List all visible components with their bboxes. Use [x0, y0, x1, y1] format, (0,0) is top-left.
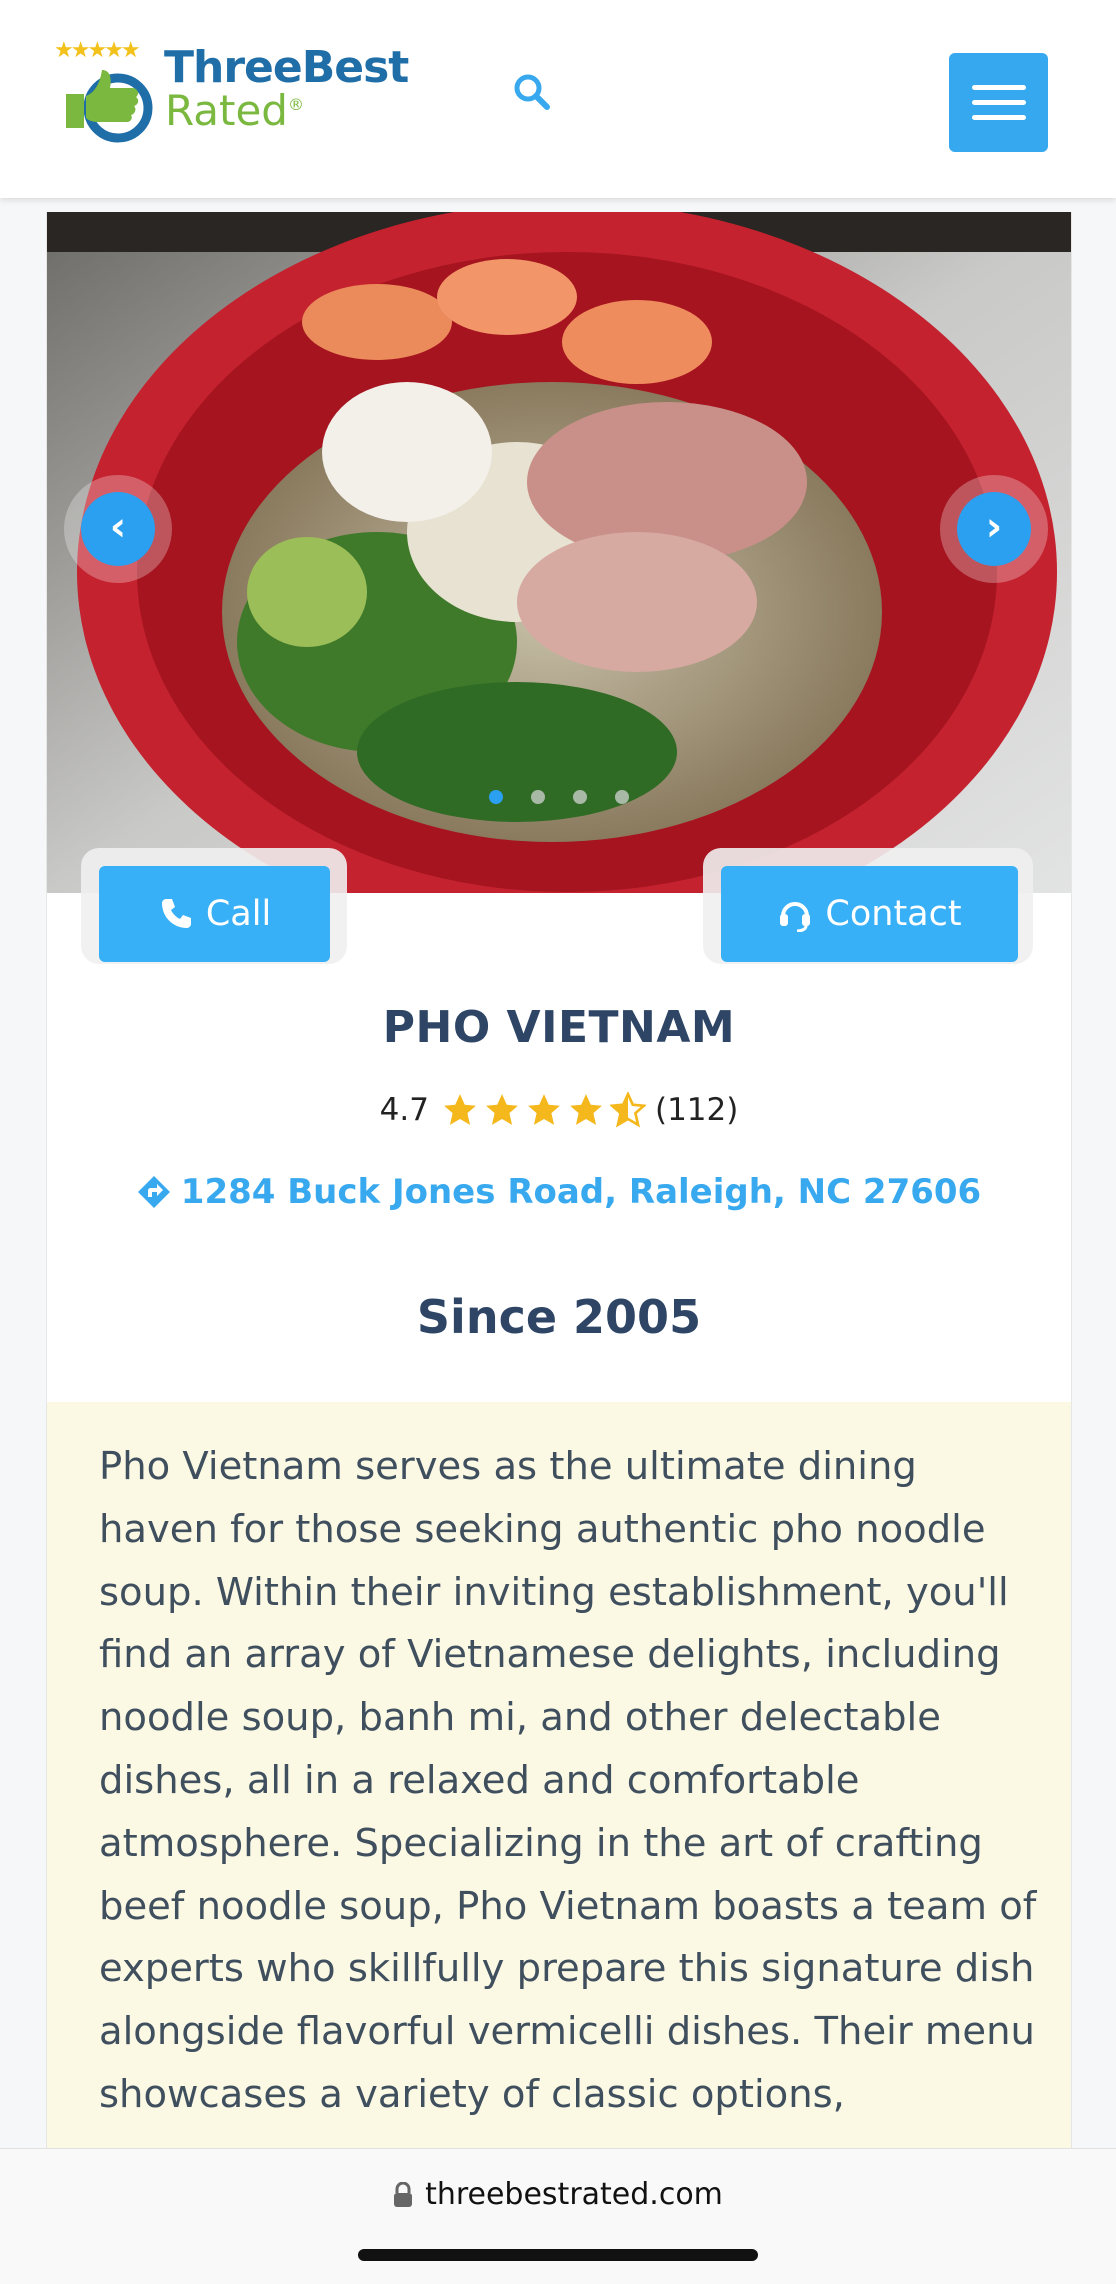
logo-stars-icon: ★★★★★ [54, 38, 141, 63]
thumbs-up-logo-icon [66, 70, 153, 143]
carousel-dot[interactable] [531, 790, 545, 804]
browser-url-bar[interactable]: threebestrated.com [0, 2148, 1116, 2284]
url-text: threebestrated.com [425, 2177, 723, 2212]
contact-button[interactable]: Contact [721, 866, 1018, 962]
contact-button-wrap: Contact [703, 848, 1033, 964]
phone-icon [161, 899, 191, 928]
address-text: 1284 Buck Jones Road, Raleigh, NC 27606 [180, 1172, 982, 1212]
review-count: (112) [654, 1092, 739, 1128]
listing-photo[interactable]: ‹ › [47, 212, 1071, 893]
directions-icon [137, 1176, 170, 1208]
hamburger-icon-bar [972, 100, 1026, 105]
carousel-dots [47, 789, 1071, 808]
call-button-wrap: Call [81, 848, 347, 964]
since-year: Since 2005 [416, 1290, 702, 1344]
site-logo[interactable]: ★★★★★ ThreeBest Rated® [52, 38, 409, 148]
call-button-label: Call [205, 894, 272, 934]
headset-icon [780, 902, 811, 932]
carousel-dot[interactable] [573, 790, 587, 804]
description-text: Pho Vietnam serves as the ultimate dinin… [99, 1444, 1037, 2117]
lock-icon [394, 2181, 413, 2207]
star-icon [609, 1092, 646, 1128]
carousel-next-button[interactable]: › [940, 475, 1048, 583]
carousel-dot[interactable] [489, 790, 503, 804]
address-link[interactable]: 1284 Buck Jones Road, Raleigh, NC 27606 [47, 1172, 1071, 1212]
call-button[interactable]: Call [99, 866, 330, 962]
star-icon [486, 1094, 518, 1125]
carousel-prev-button[interactable]: ‹ [64, 475, 172, 583]
search-icon [514, 74, 550, 110]
chevron-left-icon: ‹ [81, 492, 155, 566]
listing-card: ‹ › Call Contact PHO VIETNAM 4.7 (112) 1… [46, 212, 1072, 2283]
star-icon [570, 1094, 602, 1125]
rating-row[interactable]: 4.7 (112) [47, 1092, 1071, 1128]
rating-stars [439, 1092, 649, 1128]
url-display[interactable]: threebestrated.com [0, 2177, 1116, 2212]
search-button[interactable] [512, 72, 556, 116]
business-name: PHO VIETNAM [382, 1002, 736, 1053]
hamburger-icon-bar [972, 85, 1026, 90]
home-indicator[interactable] [358, 2249, 758, 2261]
star-icon [528, 1094, 560, 1125]
carousel-dot[interactable] [615, 790, 629, 804]
logo-word-rated: Rated® [165, 86, 304, 135]
menu-button[interactable] [949, 53, 1048, 152]
star-icon [444, 1094, 476, 1125]
site-header: ★★★★★ ThreeBest Rated® [0, 0, 1116, 198]
hamburger-icon-bar [972, 115, 1026, 120]
rating-value: 4.7 [379, 1092, 429, 1128]
chevron-right-icon: › [957, 492, 1031, 566]
contact-button-label: Contact [825, 894, 962, 934]
